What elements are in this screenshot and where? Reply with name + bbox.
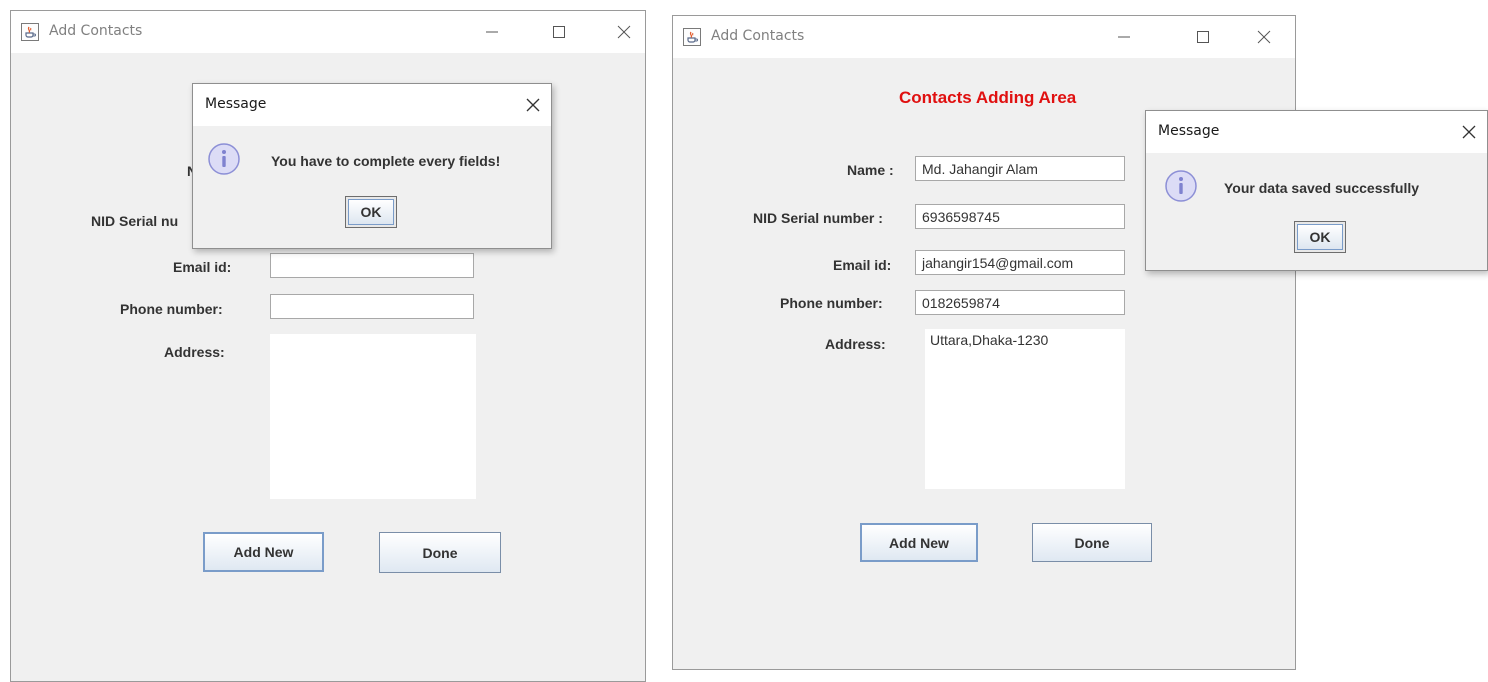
close-button[interactable] — [605, 17, 645, 47]
close-button[interactable] — [1245, 22, 1285, 52]
email-label: Email id: — [833, 257, 892, 273]
dialog-titlebar[interactable]: Message — [1146, 111, 1487, 153]
nid-label: NID Serial nu — [91, 213, 179, 229]
address-textarea[interactable] — [270, 334, 476, 499]
maximize-button[interactable] — [1184, 22, 1224, 52]
minimize-icon — [486, 31, 498, 33]
ok-button[interactable]: OK — [345, 196, 397, 228]
message-dialog-success: Message Your data saved successfully OK — [1145, 110, 1488, 271]
maximize-button[interactable] — [540, 17, 580, 47]
minimize-button[interactable] — [1105, 22, 1145, 52]
phone-label: Phone number: — [120, 301, 223, 317]
dialog-title: Message — [1158, 123, 1220, 139]
dialog-close-button[interactable] — [1451, 117, 1487, 147]
close-icon — [526, 98, 540, 112]
window-titlebar[interactable]: Add Contacts — [673, 16, 1295, 58]
address-textarea[interactable]: Uttara,Dhaka-1230 — [925, 329, 1125, 489]
info-icon — [208, 143, 240, 175]
ok-button[interactable]: OK — [1294, 221, 1346, 253]
maximize-icon — [1197, 31, 1209, 43]
ok-button-label: OK — [1297, 224, 1343, 250]
dialog-titlebar[interactable]: Message — [193, 84, 551, 126]
email-field[interactable] — [270, 253, 474, 278]
dialog-message: You have to complete every fields! — [271, 153, 501, 169]
maximize-icon — [553, 26, 565, 38]
minimize-button[interactable] — [473, 17, 513, 47]
minimize-icon — [1118, 36, 1130, 38]
close-icon — [1257, 30, 1271, 44]
phone-field[interactable]: 0182659874 — [915, 290, 1125, 315]
dialog-title: Message — [205, 96, 267, 112]
dialog-message: Your data saved successfully — [1224, 180, 1420, 196]
java-coffee-icon — [21, 23, 39, 41]
close-icon — [617, 25, 631, 39]
window-titlebar[interactable]: Add Contacts — [11, 11, 645, 53]
email-label: Email id: — [173, 259, 232, 275]
phone-field[interactable] — [270, 294, 474, 319]
email-field[interactable]: jahangir154@gmail.com — [915, 250, 1125, 275]
phone-label: Phone number: — [780, 295, 883, 311]
info-icon — [1165, 170, 1197, 202]
add-new-button[interactable]: Add New — [203, 532, 324, 572]
nid-field[interactable]: 6936598745 — [915, 204, 1125, 229]
close-icon — [1462, 125, 1476, 139]
ok-button-label: OK — [348, 199, 394, 225]
window-title: Add Contacts — [711, 28, 805, 44]
dialog-close-button[interactable] — [515, 90, 551, 120]
address-label: Address: — [164, 344, 225, 360]
nid-label: NID Serial number : — [753, 210, 883, 226]
done-button[interactable]: Done — [1032, 523, 1152, 562]
window-title: Add Contacts — [49, 23, 143, 39]
address-label: Address: — [825, 336, 886, 352]
java-coffee-icon — [683, 28, 701, 46]
done-button[interactable]: Done — [379, 532, 501, 573]
page-title: Contacts Adding Area — [899, 88, 1077, 107]
name-label: Name : — [847, 162, 894, 178]
name-field[interactable]: Md. Jahangir Alam — [915, 156, 1125, 181]
add-new-button[interactable]: Add New — [860, 523, 978, 562]
message-dialog-error: Message You have to complete every field… — [192, 83, 552, 249]
